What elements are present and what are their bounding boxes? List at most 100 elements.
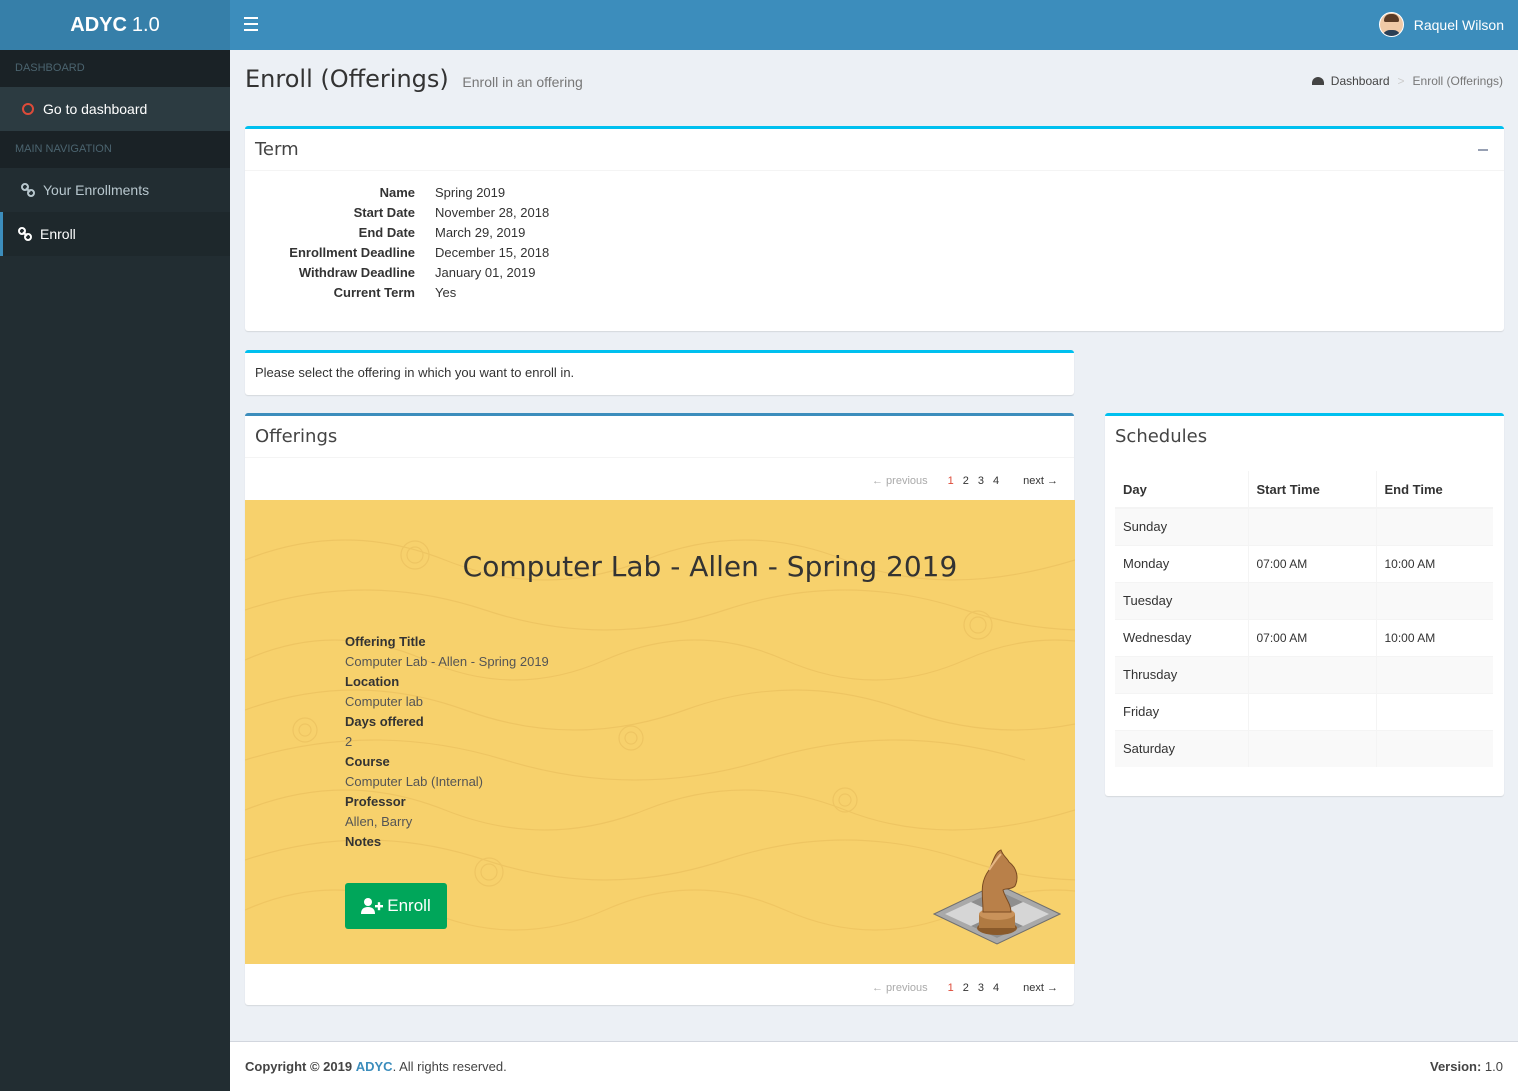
term-row-enrollment-deadline: Enrollment Deadline December 15, 2018 [245, 243, 645, 263]
column-header: Day [1115, 471, 1248, 509]
footer-copyright: Copyright © 2019 ADYC. All rights reserv… [245, 1059, 507, 1074]
footer-version: Version: 1.0 [1430, 1059, 1503, 1074]
pagination-page[interactable]: 4 [993, 982, 999, 994]
term-row-name: Name Spring 2019 [245, 183, 645, 203]
pagination-page[interactable]: 3 [978, 982, 984, 994]
user-name: Raquel Wilson [1413, 16, 1504, 33]
end-time-cell: 10:00 AM [1375, 618, 1493, 656]
term-box: Term Name Spring 2019 Start Date November … [245, 126, 1504, 331]
sidebar-item-label: Go to dashboard [43, 101, 148, 117]
start-time-cell [1247, 581, 1376, 619]
menu-toggle-icon[interactable] [244, 17, 258, 31]
column-header: Start Time [1247, 471, 1376, 509]
offerings-box: Offerings ← previous 1 2 3 4 next → Comp… [245, 413, 1075, 1005]
offerings-box-title: Offerings [255, 426, 338, 447]
table-row: Tuesday [1115, 581, 1493, 619]
pagination-page[interactable]: 2 [963, 475, 969, 487]
offering-field-label: Course [345, 754, 390, 769]
day-cell: Saturday [1115, 729, 1248, 767]
column-header: End Time [1375, 471, 1493, 509]
offering-details: Offering Title Computer Lab - Allen - Sp… [345, 632, 549, 852]
schedules-box-header: Schedules [1105, 416, 1504, 458]
sidebar-item-label: Enroll [40, 226, 76, 242]
pagination-previous[interactable]: ← previous [872, 982, 928, 994]
circle-icon [21, 103, 35, 115]
sidebar-item-enroll[interactable]: Enroll [0, 212, 230, 256]
table-row: Monday 07:00 AM 10:00 AM [1115, 544, 1493, 582]
user-menu[interactable]: Raquel Wilson [1378, 12, 1504, 37]
day-cell: Tuesday [1115, 581, 1248, 619]
offerings-box-header: Offerings [245, 416, 1074, 458]
end-time-cell [1375, 692, 1493, 730]
breadcrumb-current: Enroll (Offerings) [1412, 74, 1503, 88]
schedules-table: Day Start Time End Time Sunday Monday 07:… [1115, 471, 1493, 767]
sidebar-item-label: Your Enrollments [43, 182, 150, 198]
table-row: Friday [1115, 692, 1493, 730]
pagination-page[interactable]: 4 [993, 475, 999, 487]
table-row: Wednesday 07:00 AM 10:00 AM [1115, 618, 1493, 656]
end-time-cell: 10:00 AM [1375, 544, 1493, 582]
footer-brand-link[interactable]: ADYC [356, 1059, 393, 1074]
day-cell: Thrusday [1115, 655, 1248, 693]
sidebar-item-your-enrollments[interactable]: Your Enrollments [0, 168, 230, 212]
term-label: Current Term [333, 285, 415, 300]
offering-field-label: Professor [345, 794, 406, 809]
table-row: Saturday [1115, 729, 1493, 767]
breadcrumb-home-label: Dashboard [1330, 74, 1390, 88]
day-cell: Wednesday [1115, 618, 1248, 656]
logo-text: ADYC [70, 13, 127, 36]
term-row-withdraw-deadline: Withdraw Deadline January 01, 2019 [245, 263, 645, 283]
pagination-page[interactable]: 3 [978, 475, 984, 487]
app-logo[interactable]: ADYC 1.0 [0, 0, 230, 50]
notice-text: Please select the offering in which you … [255, 365, 575, 380]
offering-card: Computer Lab - Allen - Spring 2019 Offer… [245, 500, 1075, 964]
offering-field-value: Computer Lab (Internal) [345, 774, 484, 789]
sidebar-header-dashboard: DASHBOARD [0, 50, 230, 87]
offering-field-value: Allen, Barry [345, 814, 413, 829]
offering-field-label: Offering Title [345, 634, 426, 649]
start-time-cell: 07:00 AM [1247, 544, 1376, 582]
sidebar-item-go-to-dashboard[interactable]: Go to dashboard [0, 87, 230, 131]
term-value: Spring 2019 [435, 185, 506, 200]
table-row: Sunday [1115, 507, 1493, 545]
term-label: Name [379, 185, 415, 200]
breadcrumb-dashboard-link[interactable]: Dashboard [1311, 74, 1390, 88]
day-cell: Friday [1115, 692, 1248, 730]
version-value: 1.0 [1484, 1059, 1503, 1074]
day-cell: Monday [1115, 544, 1248, 582]
pagination-next[interactable]: next → [1023, 982, 1058, 994]
end-time-cell [1375, 655, 1493, 693]
footer: Copyright © 2019 ADYC. All rights reserv… [230, 1041, 1518, 1091]
pagination-next[interactable]: next → [1023, 475, 1058, 487]
pagination-previous[interactable]: ← previous [872, 475, 928, 487]
pagination-page[interactable]: 1 [948, 982, 954, 994]
term-value: March 29, 2019 [435, 225, 526, 240]
term-value: January 01, 2019 [435, 265, 536, 280]
breadcrumb-separator: > [1397, 74, 1405, 88]
end-time-cell [1375, 507, 1493, 545]
offering-field-value: Computer Lab - Allen - Spring 2019 [345, 654, 549, 669]
start-time-cell [1247, 729, 1376, 767]
link-icon [21, 183, 35, 197]
term-box-title: Term [255, 139, 299, 160]
pagination-top: ← previous 1 2 3 4 next → [872, 475, 1058, 487]
offering-field-label: Location [345, 674, 400, 689]
term-value: Yes [435, 285, 457, 300]
chess-knight-icon [933, 849, 1061, 945]
end-time-cell [1375, 729, 1493, 767]
schedules-box-title: Schedules [1115, 426, 1208, 447]
link-icon [18, 227, 32, 241]
sidebar: ADYC 1.0 DASHBOARD Go to dashboard MAIN … [0, 0, 230, 1091]
avatar [1378, 12, 1404, 37]
enroll-button-label: Enroll [387, 896, 431, 915]
collapse-minus-icon[interactable] [1478, 149, 1488, 151]
user-plus-icon [361, 898, 384, 914]
enroll-button[interactable]: Enroll [345, 883, 447, 929]
pagination-bottom: ← previous 1 2 3 4 next → [872, 982, 1058, 994]
offering-field-label: Notes [345, 834, 382, 849]
day-cell: Sunday [1115, 507, 1248, 545]
dashboard-icon [1311, 77, 1324, 85]
pagination-page[interactable]: 1 [948, 475, 954, 487]
pagination-page[interactable]: 2 [963, 982, 969, 994]
table-header-row: Day Start Time End Time [1115, 471, 1493, 509]
